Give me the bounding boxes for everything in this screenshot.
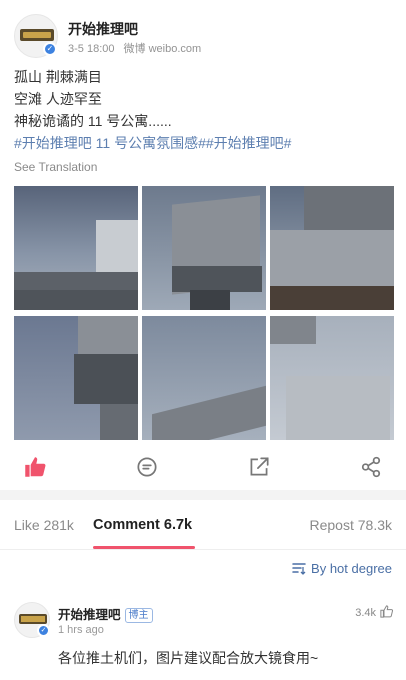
post-image-5[interactable] <box>142 316 266 440</box>
share-icon[interactable] <box>358 454 384 480</box>
verified-badge-icon: ✓ <box>43 42 57 56</box>
comment-text: 各位推土机们，图片建议配合放大镜食用~ <box>58 650 319 666</box>
author-name[interactable]: 开始推理吧 <box>68 19 138 39</box>
post-time: 3-5 18:00 <box>68 43 115 55</box>
post-image-2[interactable] <box>142 186 266 310</box>
post-source: 微博 weibo.com <box>123 43 202 55</box>
post-image-6[interactable] <box>270 316 394 440</box>
sort-selector[interactable]: By hot degree <box>291 560 392 576</box>
section-divider <box>0 490 406 500</box>
post-image-3[interactable] <box>270 186 394 310</box>
post-header: ✓ 开始推理吧 3-5 18:00 微博 weibo.com <box>14 14 394 58</box>
author-badge: 博主 <box>124 608 153 623</box>
comment-time: 1 hrs ago <box>58 624 104 636</box>
tab-comment[interactable]: Comment 6.7k <box>93 517 192 533</box>
tab-repost[interactable]: Repost 78.3k <box>310 517 393 533</box>
post-image-4[interactable] <box>14 316 138 440</box>
interaction-tabs: Like 281k Comment 6.7k Repost 78.3k <box>0 500 406 550</box>
post-line: 神秘诡谲的 11 号公寓...... <box>14 113 172 129</box>
post-text: 孤山 荆棘满目 空滩 人迹罕至 神秘诡谲的 11 号公寓...... #开始推理… <box>14 66 394 154</box>
post-line: 空滩 人迹罕至 <box>14 91 102 107</box>
sort-icon <box>292 563 306 575</box>
image-grid <box>14 186 394 440</box>
thumbs-up-icon <box>380 605 394 618</box>
comment-like-count: 3.4k <box>355 607 376 619</box>
verified-badge-icon: ✓ <box>37 624 50 637</box>
tab-like[interactable]: Like 281k <box>14 517 74 533</box>
commenter-name[interactable]: 开始推理吧 博主 <box>58 604 153 623</box>
post-line: 孤山 荆棘满目 <box>14 69 102 85</box>
post-meta: 3-5 18:00 微博 weibo.com <box>68 40 207 56</box>
repost-icon[interactable] <box>246 454 272 480</box>
thumbs-up-icon[interactable] <box>22 454 48 480</box>
commenter-name-text: 开始推理吧 <box>58 608 121 622</box>
post-hashtags[interactable]: #开始推理吧 11 号公寓氛围感##开始推理吧# <box>14 132 394 154</box>
active-tab-indicator <box>93 546 195 549</box>
comment-item: ✓ 开始推理吧 博主 1 hrs ago 3.4k 各位推土机们，图片建议配合放大… <box>14 600 394 680</box>
post-actions <box>0 452 406 482</box>
comment-like-button[interactable]: 3.4k <box>355 604 394 619</box>
comment-icon[interactable] <box>134 454 160 480</box>
post-image-1[interactable] <box>14 186 138 310</box>
see-translation-link[interactable]: See Translation <box>14 160 97 174</box>
sort-label: By hot degree <box>311 561 392 576</box>
